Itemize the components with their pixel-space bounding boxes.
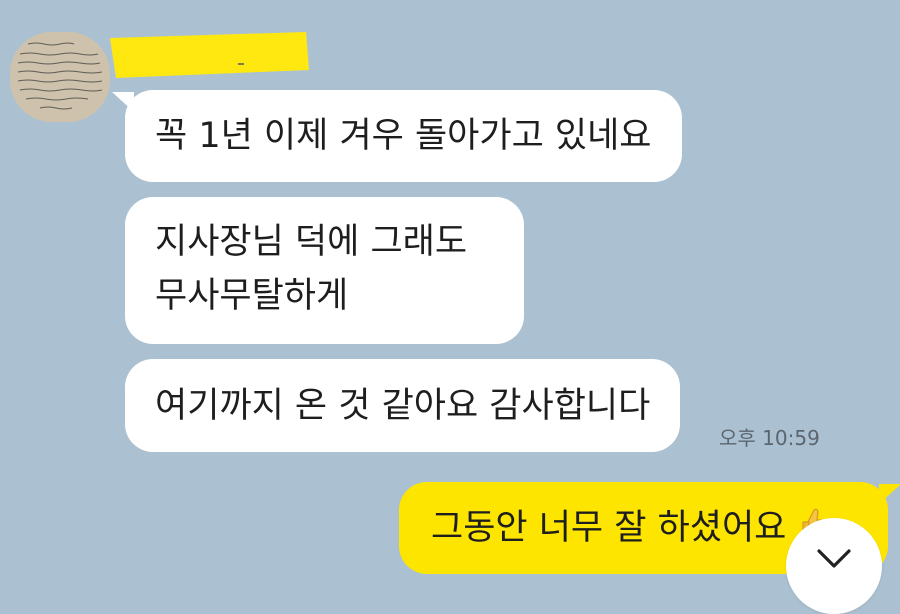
incoming-message-bubble[interactable]: 지사장님 덕에 그래도 무사무탈하게 (125, 197, 524, 344)
chevron-down-icon (817, 549, 851, 568)
sender-name-redaction (110, 32, 309, 78)
message-timestamp: 오후 10:59 (719, 426, 820, 450)
incoming-message-bubble[interactable]: 꼭 1년 이제 겨우 돌아가고 있네요 (112, 90, 682, 182)
message-text: 그동안 너무 잘 하셨어요 (431, 508, 787, 548)
sender-avatar[interactable] (10, 32, 110, 122)
incoming-message-bubble[interactable]: 여기까지 온 것 같아요 감사합니다 (125, 359, 681, 452)
handwritten-letter-image (10, 32, 110, 122)
message-text-line-1: 지사장님 덕에 그래도 (155, 222, 468, 262)
message-text: 꼭 1년 이제 겨우 돌아가고 있네요 (155, 116, 652, 156)
message-text-line-2: 무사무탈하게 (155, 276, 349, 316)
message-text: 여기까지 온 것 같아요 감사합니다 (155, 386, 651, 426)
